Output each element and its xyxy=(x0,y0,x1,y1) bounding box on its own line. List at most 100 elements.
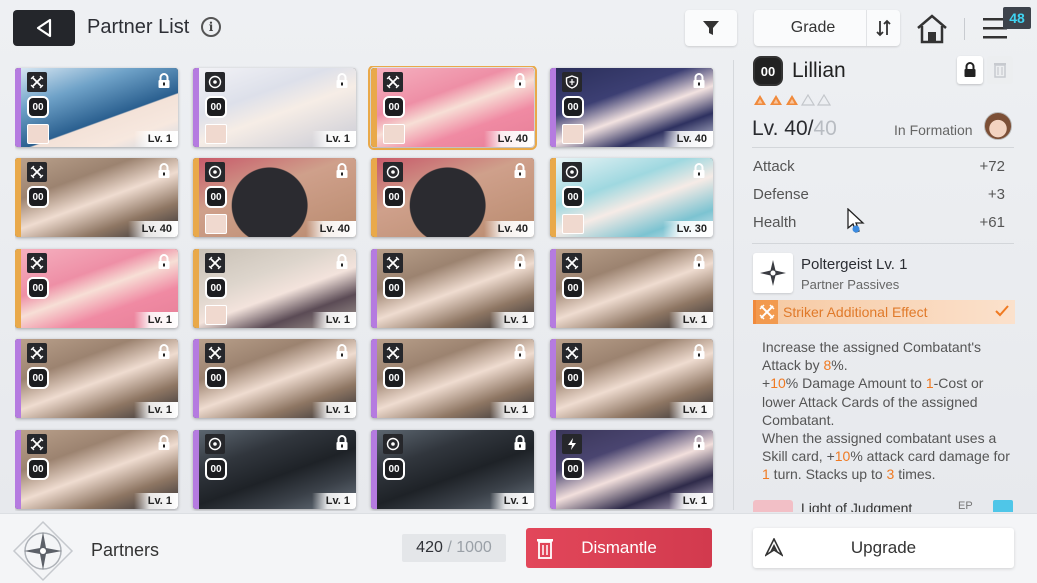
formation-avatar[interactable] xyxy=(984,112,1012,140)
lock-icon[interactable] xyxy=(513,344,527,360)
partner-cost-badge: 00 xyxy=(753,56,783,86)
stat-health: Health +61 xyxy=(753,214,1013,242)
stat-value: +61 xyxy=(979,214,1005,231)
back-button[interactable] xyxy=(13,10,75,46)
desc-highlight: 10 xyxy=(770,375,786,392)
lock-icon[interactable] xyxy=(157,163,171,179)
card-level: Lv. 1 xyxy=(133,493,178,509)
dismantle-button[interactable]: Dismantle xyxy=(526,528,712,568)
shield-icon xyxy=(562,72,582,92)
partner-card[interactable]: 00 Lv. 1 xyxy=(15,68,178,147)
partner-card[interactable]: 00 Lv. 40 xyxy=(368,66,537,150)
sort-order-icon xyxy=(875,19,891,37)
lock-icon[interactable] xyxy=(335,163,349,179)
cost-badge: 00 xyxy=(562,458,584,480)
lock-icon[interactable] xyxy=(157,435,171,451)
partner-card[interactable]: 00 Lv. 1 xyxy=(371,430,534,509)
partner-card[interactable]: 00 Lv. 1 xyxy=(550,430,713,509)
top-bar: Partner List i Grade 48 xyxy=(0,0,1037,56)
cost-badge: 00 xyxy=(562,277,584,299)
delete-button[interactable] xyxy=(987,56,1013,84)
partner-card[interactable]: 00 Lv. 1 xyxy=(550,339,713,418)
partner-card[interactable]: 00 Lv. 1 xyxy=(15,430,178,509)
cost-badge: 00 xyxy=(562,367,584,389)
partner-mini-avatar xyxy=(205,124,227,144)
striker-icon xyxy=(27,253,47,273)
lock-icon xyxy=(964,62,976,77)
lock-icon[interactable] xyxy=(335,344,349,360)
lock-icon[interactable] xyxy=(692,254,706,270)
partner-card[interactable]: 00 Lv. 1 xyxy=(15,249,178,328)
lock-icon[interactable] xyxy=(335,435,349,451)
cost-badge: 00 xyxy=(205,367,227,389)
lock-icon[interactable] xyxy=(513,73,527,89)
partner-mini-avatar xyxy=(205,214,227,234)
home-icon[interactable] xyxy=(914,12,950,46)
lock-icon[interactable] xyxy=(692,73,706,89)
lock-icon[interactable] xyxy=(335,254,349,270)
cost-badge: 00 xyxy=(27,458,49,480)
target-icon xyxy=(205,72,225,92)
partner-card[interactable]: 00 Lv. 40 xyxy=(193,158,356,237)
desc-highlight: 1 xyxy=(925,375,934,392)
partner-card[interactable]: 00 Lv. 40 xyxy=(550,68,713,147)
partner-card[interactable]: 00 Lv. 1 xyxy=(371,249,534,328)
striker-icon xyxy=(383,72,403,92)
lock-icon[interactable] xyxy=(513,163,527,179)
desc-highlight: 1 xyxy=(762,466,770,483)
desc-text: turn. Stacks up to xyxy=(769,466,887,483)
lock-icon[interactable] xyxy=(157,254,171,270)
divider xyxy=(752,147,1014,148)
partner-mini-avatar xyxy=(205,305,227,325)
lock-icon[interactable] xyxy=(335,73,349,89)
skill-icon-box[interactable] xyxy=(753,253,793,293)
lock-icon[interactable] xyxy=(157,73,171,89)
partner-card[interactable]: 00 Lv. 30 xyxy=(550,158,713,237)
partner-card[interactable]: 00 Lv. 40 xyxy=(15,158,178,237)
info-icon[interactable]: i xyxy=(201,17,221,37)
cost-badge: 00 xyxy=(562,186,584,208)
sort-dropdown[interactable]: Grade xyxy=(754,10,900,46)
sort-order-button[interactable] xyxy=(866,10,900,46)
partner-grid: 00 Lv. 1 00 Lv. 1 00 Lv. 40 00 Lv. 40 00 Lv. 40 00… xyxy=(15,66,720,511)
panel-divider xyxy=(733,60,734,510)
toolbar-divider xyxy=(964,18,965,40)
striker-effect-bar[interactable]: Striker Additional Effect xyxy=(753,300,1015,324)
partner-detail-panel: 00 Lillian Lv. 40/40 In Formation Attack… xyxy=(733,52,1037,512)
target-icon xyxy=(383,162,403,182)
star-empty-icon xyxy=(801,94,815,106)
filter-button[interactable] xyxy=(685,10,737,46)
partner-card[interactable]: 00 Lv. 1 xyxy=(193,249,356,328)
partner-card[interactable]: 00 Lv. 40 xyxy=(371,158,534,237)
cost-badge: 00 xyxy=(27,367,49,389)
partner-card[interactable]: 00 Lv. 1 xyxy=(550,249,713,328)
lock-icon[interactable] xyxy=(692,163,706,179)
card-level: Lv. 1 xyxy=(489,402,534,418)
lock-icon[interactable] xyxy=(692,344,706,360)
desc-text: % Damage Amount to xyxy=(785,375,926,392)
lock-toggle-button[interactable] xyxy=(957,56,983,84)
skill-type: Partner Passives xyxy=(801,277,900,292)
cost-badge: 00 xyxy=(383,186,405,208)
desc-text: % attack card damage for xyxy=(850,448,1010,465)
next-skill-row[interactable]: Light of Judgment EP xyxy=(753,500,1015,512)
striker-icon xyxy=(205,253,225,273)
partner-mini-avatar xyxy=(383,124,405,144)
desc-text: + xyxy=(762,375,771,392)
cost-badge: 00 xyxy=(205,96,227,118)
partner-card[interactable]: 00 Lv. 1 xyxy=(15,339,178,418)
card-level: Lv. 40 xyxy=(483,221,534,237)
lock-icon[interactable] xyxy=(513,254,527,270)
lock-icon[interactable] xyxy=(513,435,527,451)
card-level: Lv. 1 xyxy=(489,312,534,328)
card-level: Lv. 1 xyxy=(133,402,178,418)
partner-card[interactable]: 00 Lv. 1 xyxy=(193,339,356,418)
partner-card[interactable]: 00 Lv. 1 xyxy=(193,430,356,509)
upgrade-button[interactable]: Upgrade xyxy=(753,528,1014,568)
partner-card[interactable]: 00 Lv. 1 xyxy=(193,68,356,147)
lock-icon[interactable] xyxy=(157,344,171,360)
stat-attack: Attack +72 xyxy=(753,158,1013,186)
star-filled-icon xyxy=(786,95,798,105)
lock-icon[interactable] xyxy=(692,435,706,451)
partner-card[interactable]: 00 Lv. 1 xyxy=(371,339,534,418)
